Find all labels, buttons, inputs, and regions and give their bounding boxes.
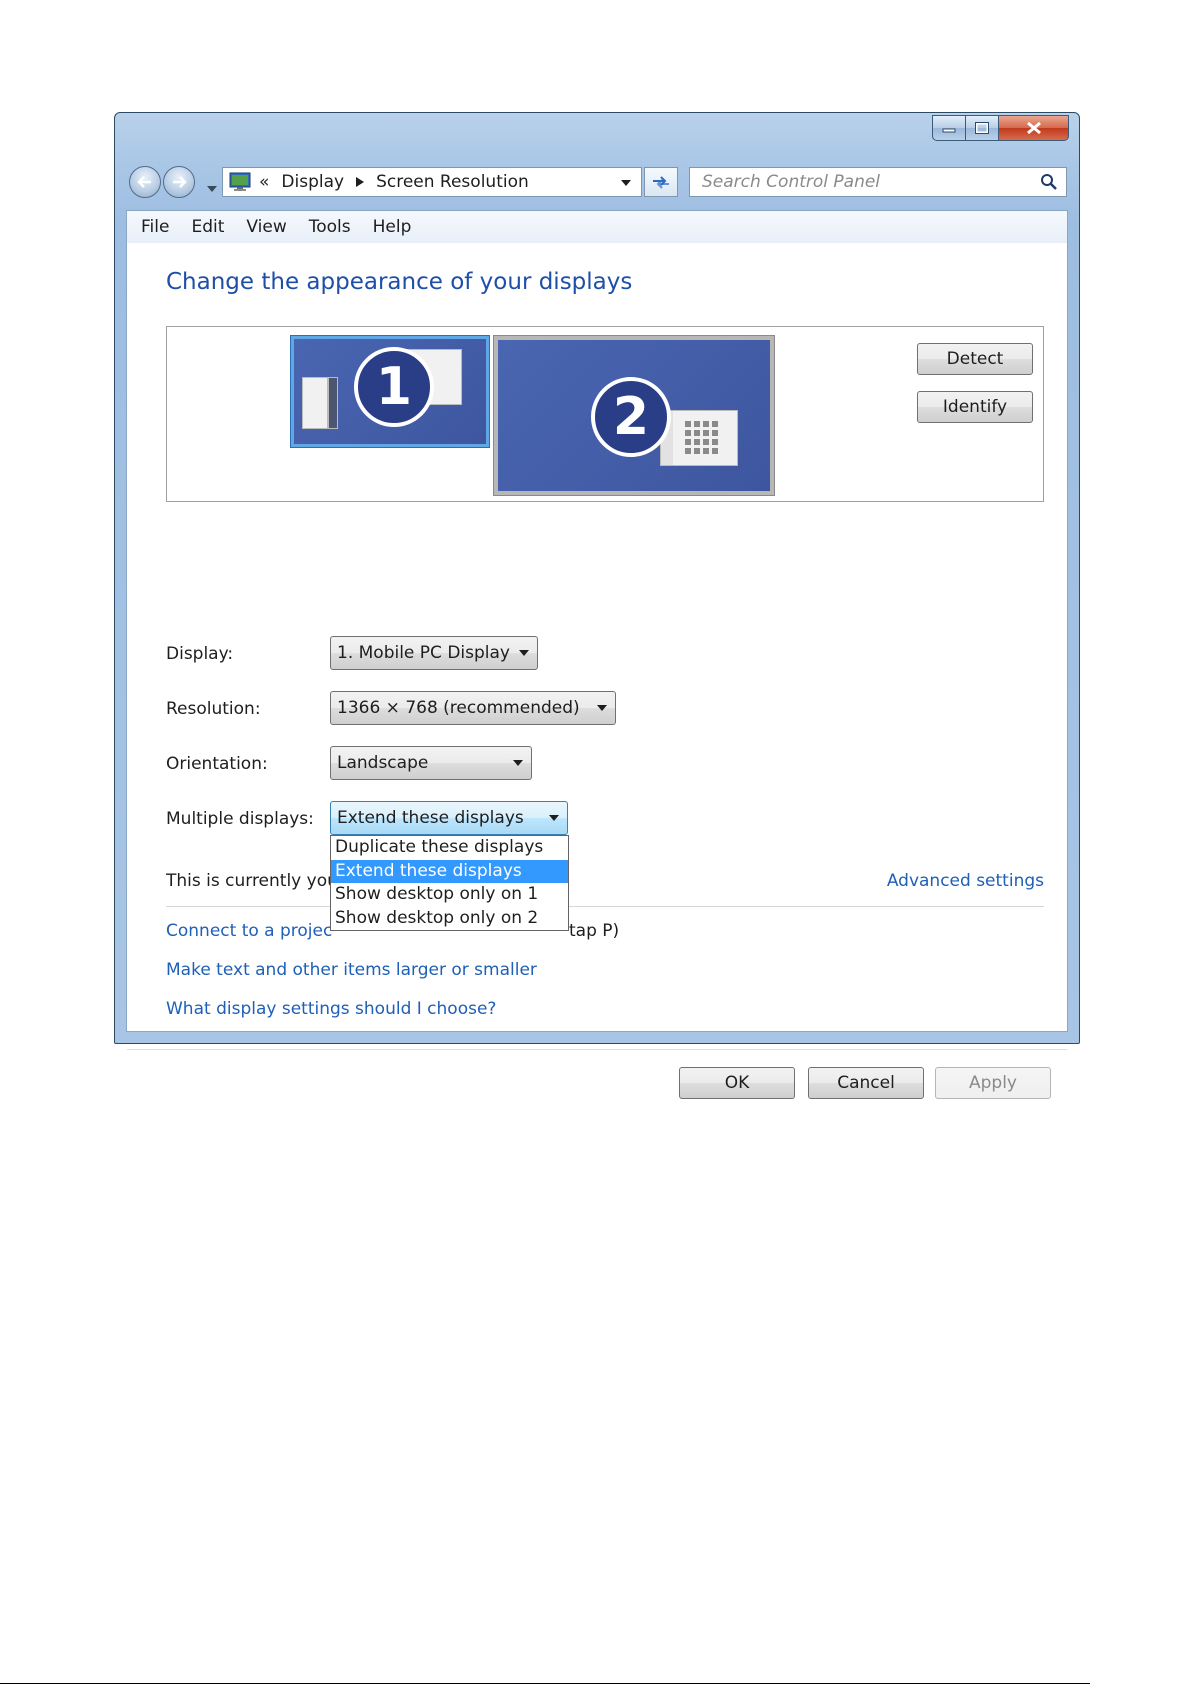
breadcrumb-separator-icon[interactable] xyxy=(356,177,365,187)
display-label: Display: xyxy=(166,644,234,664)
back-button[interactable] xyxy=(129,166,161,198)
menu-view[interactable]: View xyxy=(246,217,286,237)
menu-tools[interactable]: Tools xyxy=(309,217,351,237)
option-duplicate[interactable]: Duplicate these displays xyxy=(331,836,568,860)
button-bar-divider xyxy=(127,1049,1067,1050)
menu-edit[interactable]: Edit xyxy=(191,217,224,237)
mini-start-menu xyxy=(302,377,328,429)
projector-shortcut-text: tap P) xyxy=(569,921,620,941)
display-control-panel-icon xyxy=(229,172,251,191)
chevron-down-icon xyxy=(597,705,607,711)
orientation-label: Orientation: xyxy=(166,754,268,774)
menu-help[interactable]: Help xyxy=(373,217,412,237)
address-bar: « Display Screen Resolution Search Contr… xyxy=(127,163,1067,199)
cancel-button[interactable]: Cancel xyxy=(808,1067,924,1099)
minimize-button[interactable] xyxy=(932,115,966,141)
window-controls xyxy=(932,115,1069,141)
refresh-button[interactable] xyxy=(644,167,678,197)
grid-window-icon xyxy=(661,411,718,465)
multiple-displays-options: Duplicate these displays Extend these di… xyxy=(330,835,569,931)
text-size-link[interactable]: Make text and other items larger or smal… xyxy=(166,960,537,980)
breadcrumb-screen-resolution[interactable]: Screen Resolution xyxy=(376,172,529,192)
address-dropdown-icon[interactable] xyxy=(621,180,631,186)
monitor-2-number: 2 xyxy=(591,377,671,457)
forward-button[interactable] xyxy=(163,166,195,198)
search-input[interactable]: Search Control Panel xyxy=(689,167,1067,197)
refresh-icon xyxy=(653,176,669,189)
close-icon xyxy=(1026,121,1041,135)
option-only-2[interactable]: Show desktop only on 2 xyxy=(331,907,568,931)
screen-resolution-window: « Display Screen Resolution Search Contr… xyxy=(114,112,1080,1099)
close-button[interactable] xyxy=(999,115,1069,141)
monitor-2[interactable]: 2 xyxy=(494,336,774,495)
multiple-displays-label: Multiple displays: xyxy=(166,809,314,829)
page-footer-rule xyxy=(0,1683,1090,1684)
option-only-1[interactable]: Show desktop only on 1 xyxy=(331,883,568,907)
display-select-value: 1. Mobile PC Display xyxy=(337,643,510,663)
maximize-button[interactable] xyxy=(966,115,999,141)
maximize-icon xyxy=(975,122,989,134)
detect-button[interactable]: Detect xyxy=(917,343,1033,375)
monitor-1-number: 1 xyxy=(354,347,434,427)
multiple-displays-select-value: Extend these displays xyxy=(337,808,524,828)
breadcrumb-display[interactable]: Display xyxy=(281,172,344,192)
chevron-down-icon xyxy=(207,186,217,192)
orientation-select[interactable]: Landscape xyxy=(330,746,532,780)
apply-button[interactable]: Apply xyxy=(935,1067,1051,1099)
breadcrumb-overflow[interactable]: « xyxy=(259,172,269,192)
advanced-settings-link[interactable]: Advanced settings xyxy=(887,871,1044,891)
arrow-left-icon xyxy=(137,176,151,188)
monitor-arrangement: 1 2 xyxy=(166,326,1044,502)
menu-file[interactable]: File xyxy=(141,217,169,237)
display-select[interactable]: 1. Mobile PC Display xyxy=(330,636,538,670)
minimize-icon xyxy=(942,128,956,133)
multiple-displays-select[interactable]: Extend these displays xyxy=(330,801,568,835)
chevron-down-icon xyxy=(519,650,529,656)
address-field[interactable]: « Display Screen Resolution xyxy=(222,167,642,197)
monitor-1[interactable]: 1 xyxy=(291,336,489,447)
resolution-select-value: 1366 × 768 (recommended) xyxy=(337,698,580,718)
search-icon[interactable] xyxy=(1040,173,1058,191)
identify-button[interactable]: Identify xyxy=(917,391,1033,423)
current-display-info: This is currently you xyxy=(166,871,338,891)
search-placeholder: Search Control Panel xyxy=(702,172,881,192)
recent-pages-button[interactable] xyxy=(207,177,217,196)
mini-window-grid xyxy=(660,410,738,466)
chevron-down-icon xyxy=(513,760,523,766)
content-area: Change the appearance of your displays 1 xyxy=(126,243,1068,1099)
chevron-down-icon xyxy=(549,815,559,821)
orientation-select-value: Landscape xyxy=(337,753,429,773)
resolution-label: Resolution: xyxy=(166,699,261,719)
display-help-link[interactable]: What display settings should I choose? xyxy=(166,999,496,1019)
connect-projector-link[interactable]: Connect to a projec xyxy=(166,921,332,941)
mini-start-menu-panel xyxy=(328,377,338,429)
resolution-select[interactable]: 1366 × 768 (recommended) xyxy=(330,691,616,725)
section-divider xyxy=(166,906,1044,907)
page-title: Change the appearance of your displays xyxy=(166,269,633,295)
option-extend[interactable]: Extend these displays xyxy=(331,859,568,883)
ok-button[interactable]: OK xyxy=(679,1067,795,1099)
menu-bar: File Edit View Tools Help xyxy=(126,210,1068,244)
arrow-right-icon xyxy=(173,176,187,188)
